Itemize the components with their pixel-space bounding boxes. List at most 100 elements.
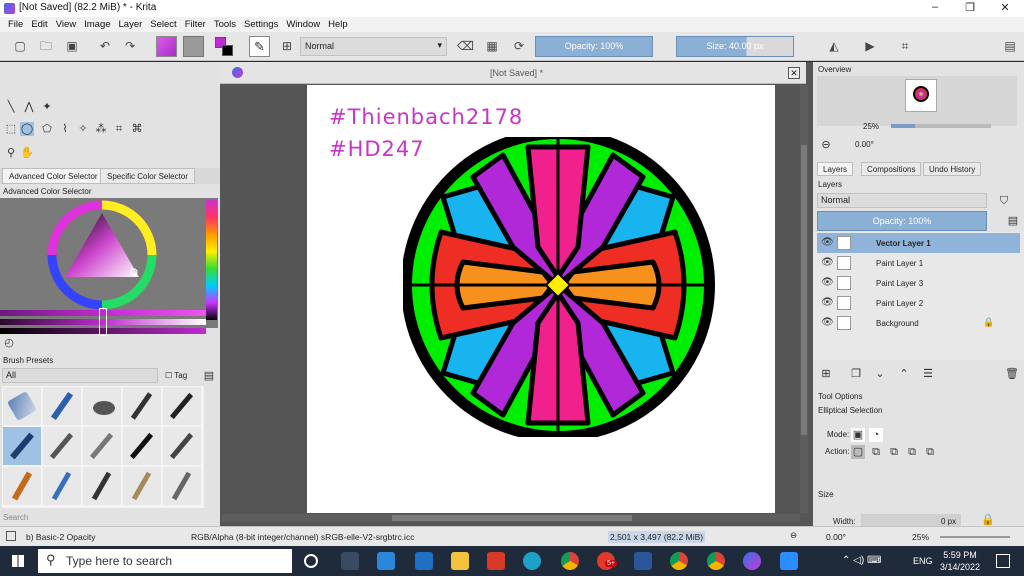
layer-opacity-slider[interactable]: Opacity: 100% xyxy=(817,211,987,231)
add-layer-icon[interactable]: ⊞ xyxy=(819,367,833,381)
taskbar-search-input[interactable]: ⚲ Type here to search xyxy=(38,549,292,573)
menu-edit[interactable]: Edit xyxy=(27,19,51,30)
tag-button[interactable]: ☐ Tag xyxy=(165,371,187,380)
notification-center-icon[interactable] xyxy=(996,554,1010,568)
bezier-selection-icon[interactable]: ⌗ xyxy=(112,122,126,136)
brush-settings-icon[interactable]: ⊞ xyxy=(279,38,295,54)
horizontal-scrollbar[interactable] xyxy=(222,514,800,522)
tab-undo-history[interactable]: Undo History xyxy=(923,162,982,176)
rotation-reset-icon[interactable]: ⊖ xyxy=(819,138,833,152)
color-history-strip[interactable] xyxy=(206,200,217,320)
brush-preset-tile[interactable] xyxy=(123,427,161,465)
polygon-selection-icon[interactable]: ⬠ xyxy=(40,122,54,136)
polyline-tool-icon[interactable]: ⋀ xyxy=(22,100,36,114)
store-icon[interactable] xyxy=(377,552,395,570)
system-tray-icons[interactable]: ⌃ ◁) ⌨ xyxy=(842,555,881,566)
magnetic-selection-icon[interactable]: ⌘ xyxy=(130,122,144,136)
eye-icon[interactable]: 👁 xyxy=(821,277,834,288)
eye-icon[interactable]: 👁 xyxy=(821,297,834,308)
menu-select[interactable]: Select xyxy=(146,19,180,30)
overview-panel[interactable] xyxy=(817,76,1017,126)
color-wheel[interactable] xyxy=(47,200,157,310)
taskbar-clock[interactable]: 5:59 PM 3/14/2022 xyxy=(940,549,980,573)
blend-mode-select[interactable]: Normal ▾ xyxy=(300,37,447,56)
redo-icon[interactable]: ↷ xyxy=(122,38,138,54)
brush-preset-tile[interactable] xyxy=(163,427,201,465)
mirror-vertical-icon[interactable]: ▶ xyxy=(862,38,878,54)
duplicate-layer-icon[interactable]: ❐ xyxy=(849,367,863,381)
menu-tools[interactable]: Tools xyxy=(210,19,240,30)
symmetric-selection-icon[interactable]: ⧉ xyxy=(923,445,937,459)
brush-search-input[interactable]: Search xyxy=(3,513,28,522)
vertical-scrollbar[interactable] xyxy=(800,85,808,513)
assistant-tool-icon[interactable]: ✦ xyxy=(40,100,54,114)
width-lock-icon[interactable]: 🔒 xyxy=(981,513,995,527)
pixel-selection-mode-icon[interactable]: ▣ xyxy=(851,428,865,442)
minimize-button[interactable]: – xyxy=(924,1,946,15)
color-settings-icon[interactable]: ◴ xyxy=(2,336,16,350)
magic-wand-icon[interactable]: ✧ xyxy=(76,122,90,136)
rotation-value[interactable]: 0.00° xyxy=(855,140,874,149)
close-window-button[interactable]: ✕ xyxy=(994,1,1016,15)
replace-selection-icon[interactable]: ▢ xyxy=(851,445,865,459)
slider-handle-icon[interactable] xyxy=(99,308,107,336)
layer-row[interactable]: 👁 Paint Layer 3 xyxy=(817,273,1020,293)
layer-row[interactable]: 👁 Paint Layer 2 xyxy=(817,293,1020,313)
menu-file[interactable]: File xyxy=(4,19,27,30)
pattern-swatch[interactable] xyxy=(183,36,204,57)
freehand-selection-icon[interactable]: ⌇ xyxy=(58,122,72,136)
menu-filter[interactable]: Filter xyxy=(181,19,210,30)
line-tool-icon[interactable]: ╲ xyxy=(4,100,18,114)
mirror-horizontal-icon[interactable]: ◭ xyxy=(826,38,842,54)
open-document-icon[interactable]: 🗀 xyxy=(38,38,54,54)
current-brush-label[interactable]: b) Basic-2 Opacity xyxy=(26,532,95,542)
brush-preset-tile[interactable] xyxy=(3,467,41,505)
maximize-button[interactable]: ❐ xyxy=(959,1,981,15)
menu-view[interactable]: View xyxy=(52,19,80,30)
chrome-profile-icon[interactable] xyxy=(670,552,688,570)
eraser-icon[interactable]: ⌫ xyxy=(457,38,474,54)
add-selection-icon[interactable]: ⧉ xyxy=(887,445,901,459)
wrap-around-icon[interactable]: ⌗ xyxy=(897,38,913,54)
close-document-icon[interactable]: ✕ xyxy=(788,67,800,79)
status-zoom-value[interactable]: 25% xyxy=(912,532,929,542)
krita-taskbar-icon[interactable] xyxy=(743,552,761,570)
similar-selection-icon[interactable]: ⁂ xyxy=(94,122,108,136)
brush-preset-tile[interactable] xyxy=(83,467,121,505)
brush-filter-select[interactable]: All xyxy=(2,368,158,383)
chrome-profile-2-icon[interactable] xyxy=(707,552,725,570)
cortana-icon[interactable] xyxy=(304,554,318,568)
layer-blend-select[interactable]: Normal xyxy=(817,193,987,208)
status-rotation-value[interactable]: 0.00° xyxy=(826,532,846,542)
brush-preset-tile[interactable] xyxy=(43,427,81,465)
reload-preset-icon[interactable]: ⟳ xyxy=(511,38,527,54)
rotate-canvas-icon[interactable]: ⊖ xyxy=(790,530,797,541)
brush-preset-tile[interactable] xyxy=(43,387,81,425)
task-view-icon[interactable] xyxy=(341,552,359,570)
brush-preset-tile[interactable] xyxy=(163,467,201,505)
new-document-icon[interactable]: ▢ xyxy=(12,38,28,54)
eye-icon[interactable]: 👁 xyxy=(821,257,834,268)
alpha-lock-icon[interactable]: ▦ xyxy=(484,38,500,54)
menu-image[interactable]: Image xyxy=(80,19,114,30)
menu-layer[interactable]: Layer xyxy=(115,19,147,30)
tab-layers[interactable]: Layers xyxy=(817,162,854,176)
brush-preset-tile[interactable] xyxy=(43,467,81,505)
move-layer-down-icon[interactable]: ⌄ xyxy=(873,367,887,381)
brush-preset-tile-selected[interactable] xyxy=(3,427,41,465)
preset-view-icon[interactable]: ▤ xyxy=(202,369,216,383)
gradient-swatch[interactable] xyxy=(156,36,177,57)
brush-preset-tile[interactable] xyxy=(83,427,121,465)
overview-zoom-slider[interactable] xyxy=(891,124,991,128)
zoom-tool-icon[interactable]: ⚲ xyxy=(4,146,18,160)
edge-icon[interactable] xyxy=(523,552,541,570)
tab-compositions[interactable]: Compositions xyxy=(861,162,922,176)
file-explorer-icon[interactable] xyxy=(451,552,469,570)
mail-icon[interactable] xyxy=(415,552,433,570)
lock-icon[interactable]: 🔒 xyxy=(983,317,994,328)
brush-preset-tile[interactable] xyxy=(3,387,41,425)
tab-specific-color-selector[interactable]: Specific Color Selector xyxy=(100,168,195,184)
zoom-app-icon[interactable] xyxy=(780,552,798,570)
elliptical-selection-icon[interactable]: ◯ xyxy=(20,122,34,136)
layer-row[interactable]: 👁 Paint Layer 1 xyxy=(817,253,1020,273)
